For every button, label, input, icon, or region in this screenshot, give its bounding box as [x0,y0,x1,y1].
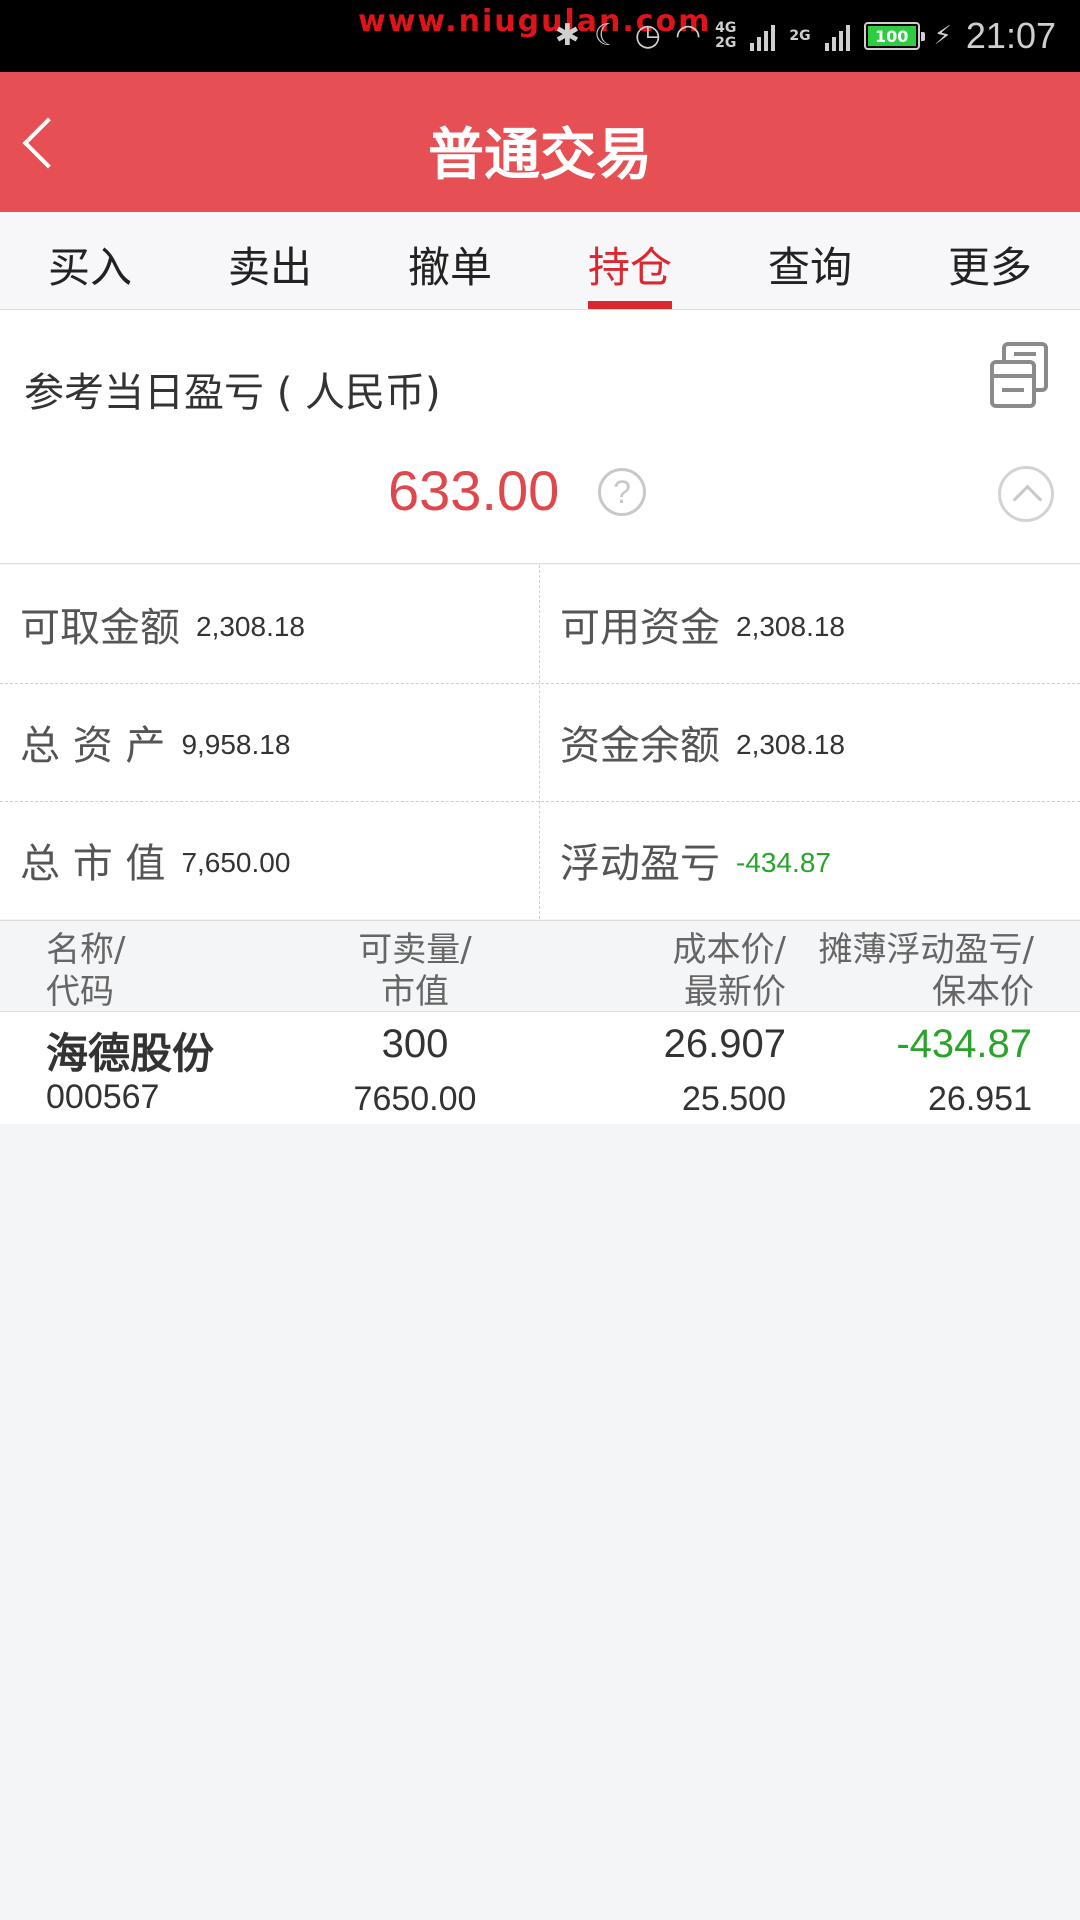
column-header-name: 名称/ 代码 [46,930,126,1012]
sellable-quantity: 300 [381,1022,449,1066]
tab-query[interactable]: 查询 [720,212,900,309]
battery-level: 100 [867,26,916,46]
battery-icon: 100 [863,22,925,50]
breakeven-price: 26.951 [928,1080,1032,1118]
network-type-label: 4G 2G [715,20,737,51]
signal-icon [750,21,776,51]
divider [0,683,1080,684]
tab-cancel-order[interactable]: 撤单 [360,212,540,309]
table-row[interactable]: 海德股份 000567 300 7650.00 26.907 25.500 -4… [0,1012,1080,1124]
tab-sell[interactable]: 卖出 [180,212,360,309]
summary-value: 2,308.18 [736,729,845,760]
summary-withdrawable: 可取金额 2,308.18 [0,565,540,683]
summary-label: 总 资 产 [20,723,166,769]
tab-positions[interactable]: 持仓 [540,212,720,309]
column-header-quantity: 可卖量/ 市值 [358,930,472,1012]
status-bar: www.niugulan.com ✱ ☾ ◷ ◠ 4G 2G 2G 100 ⚡ … [0,0,1080,72]
daily-pnl-card: 参考当日盈亏 ( 人民币) 633.00 ? [0,310,1080,564]
charging-icon: ⚡ [933,21,952,51]
clock: 21:07 [965,15,1056,56]
moon-icon: ☾ [593,18,621,53]
summary-floating-pnl: 浮动盈亏 -434.87 [540,801,1080,919]
statement-icon[interactable] [988,340,1052,410]
account-summary-grid: 可取金额 2,308.18 可用资金 2,308.18 总 资 产 9,958.… [0,565,1080,919]
status-icons: ✱ ☾ ◷ ◠ 4G 2G 2G 100 ⚡ 21:07 [555,10,1056,62]
stock-name: 海德股份 [46,1029,215,1078]
divider [0,801,1080,802]
app-header: 普通交易 [0,72,1080,212]
summary-label: 总 市 值 [20,841,166,887]
tab-more[interactable]: 更多 [900,212,1080,309]
column-header-pnl: 摊薄浮动盈亏/ 保本价 [818,930,1034,1012]
summary-market-value: 总 市 值 7,650.00 [0,801,540,919]
alarm-icon: ◷ [634,18,661,53]
summary-label: 浮动盈亏 [560,841,720,887]
daily-pnl-title: 参考当日盈亏 ( 人民币) [24,370,441,416]
cost-price: 26.907 [663,1022,786,1066]
trade-tabs: 买入 卖出 撤单 持仓 查询 更多 [0,212,1080,310]
divider [539,565,540,919]
bluetooth-icon: ✱ [554,18,580,53]
summary-available-funds: 可用资金 2,308.18 [540,565,1080,683]
summary-value: 7,650.00 [181,847,291,878]
collapse-up-icon[interactable] [998,466,1054,522]
wifi-icon: ◠ [674,18,702,53]
summary-label: 可用资金 [560,605,720,651]
summary-label: 可取金额 [20,605,180,651]
column-header-price: 成本价/ 最新价 [672,930,786,1012]
summary-value: 2,308.18 [196,611,305,642]
summary-total-assets: 总 资 产 9,958.18 [0,683,540,801]
last-price: 25.500 [682,1080,786,1118]
page-title: 普通交易 [428,123,652,188]
help-icon[interactable]: ? [598,468,646,516]
network2-label: 2G [789,27,811,44]
tab-buy[interactable]: 买入 [0,212,180,309]
market-value: 7650.00 [353,1080,477,1118]
summary-value: 2,308.18 [736,611,845,642]
summary-value: 9,958.18 [181,729,291,760]
floating-pnl: -434.87 [896,1022,1032,1066]
daily-pnl-value: 633.00 [388,459,560,522]
summary-value: -434.87 [736,847,831,878]
stock-code: 000567 [46,1078,160,1116]
positions-table-header: 名称/ 代码 可卖量/ 市值 成本价/ 最新价 摊薄浮动盈亏/ 保本价 [0,920,1080,1012]
summary-label: 资金余额 [560,723,720,769]
signal2-icon [824,21,850,51]
summary-fund-balance: 资金余额 2,308.18 [540,683,1080,801]
